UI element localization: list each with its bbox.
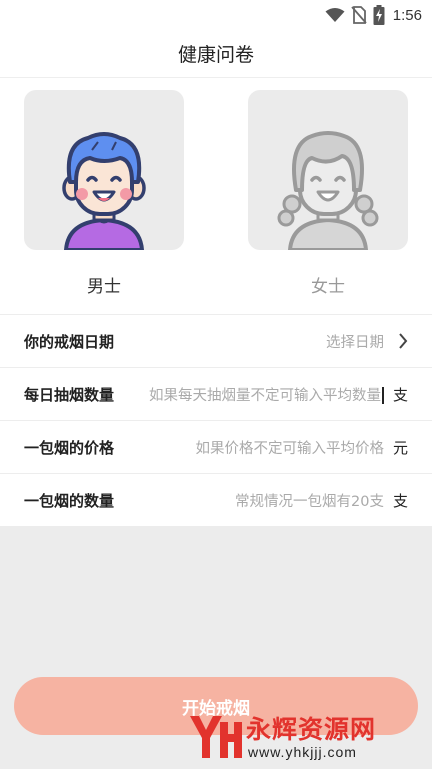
status-time: 1:56 bbox=[392, 6, 422, 24]
pack-price-row: 一包烟的价格 如果价格不定可输入平均价格 元 bbox=[0, 420, 432, 473]
page-title: 健康问卷 bbox=[177, 44, 254, 66]
quit-date-picker[interactable]: 选择日期 bbox=[142, 331, 384, 352]
status-bar: 1:56 bbox=[0, 0, 432, 30]
pack-price-unit: 元 bbox=[392, 438, 408, 457]
daily-count-input[interactable]: 如果每天抽烟量不定可输入平均数量 bbox=[142, 384, 384, 405]
questionnaire-form: 你的戒烟日期 选择日期 每日抽烟数量 如果每天抽烟量不定可输入平均数量 支 一包… bbox=[0, 314, 432, 526]
quit-date-label: 你的戒烟日期 bbox=[24, 332, 115, 351]
no-sim-icon bbox=[351, 6, 367, 24]
watermark: 永辉资源网 www.yhkjjj.com bbox=[186, 708, 426, 766]
pack-price-label: 一包烟的价格 bbox=[24, 438, 115, 457]
watermark-name: 永辉资源网 bbox=[246, 715, 377, 744]
pack-price-input[interactable]: 如果价格不定可输入平均价格 bbox=[142, 437, 385, 458]
battery-charging-icon bbox=[373, 5, 385, 25]
text-cursor bbox=[382, 387, 384, 404]
female-avatar-icon bbox=[277, 131, 379, 250]
male-avatar-icon bbox=[62, 132, 146, 250]
female-option-card[interactable] bbox=[248, 90, 408, 250]
pack-count-row: 一包烟的数量 常规情况一包烟有20支 支 bbox=[0, 473, 432, 526]
daily-count-row: 每日抽烟数量 如果每天抽烟量不定可输入平均数量 支 bbox=[0, 367, 432, 420]
watermark-logo-icon bbox=[190, 716, 242, 758]
daily-count-placeholder: 如果每天抽烟量不定可输入平均数量 bbox=[149, 387, 381, 404]
male-label[interactable]: 男士 bbox=[24, 272, 184, 297]
gender-selector: 男士 女士 bbox=[0, 78, 432, 314]
wifi-icon bbox=[325, 8, 345, 22]
quit-date-row[interactable]: 你的戒烟日期 选择日期 bbox=[0, 314, 432, 367]
daily-count-label: 每日抽烟数量 bbox=[24, 385, 115, 404]
watermark-url: www.yhkjjj.com bbox=[248, 744, 357, 760]
chevron-right-icon[interactable] bbox=[392, 333, 408, 349]
daily-count-unit: 支 bbox=[392, 385, 408, 404]
pack-count-unit: 支 bbox=[392, 491, 408, 510]
app-header: 健康问卷 bbox=[0, 30, 432, 78]
female-label[interactable]: 女士 bbox=[248, 272, 408, 297]
pack-count-input[interactable]: 常规情况一包烟有20支 bbox=[142, 490, 384, 511]
pack-count-label: 一包烟的数量 bbox=[24, 491, 115, 510]
male-option-card[interactable] bbox=[24, 90, 184, 250]
